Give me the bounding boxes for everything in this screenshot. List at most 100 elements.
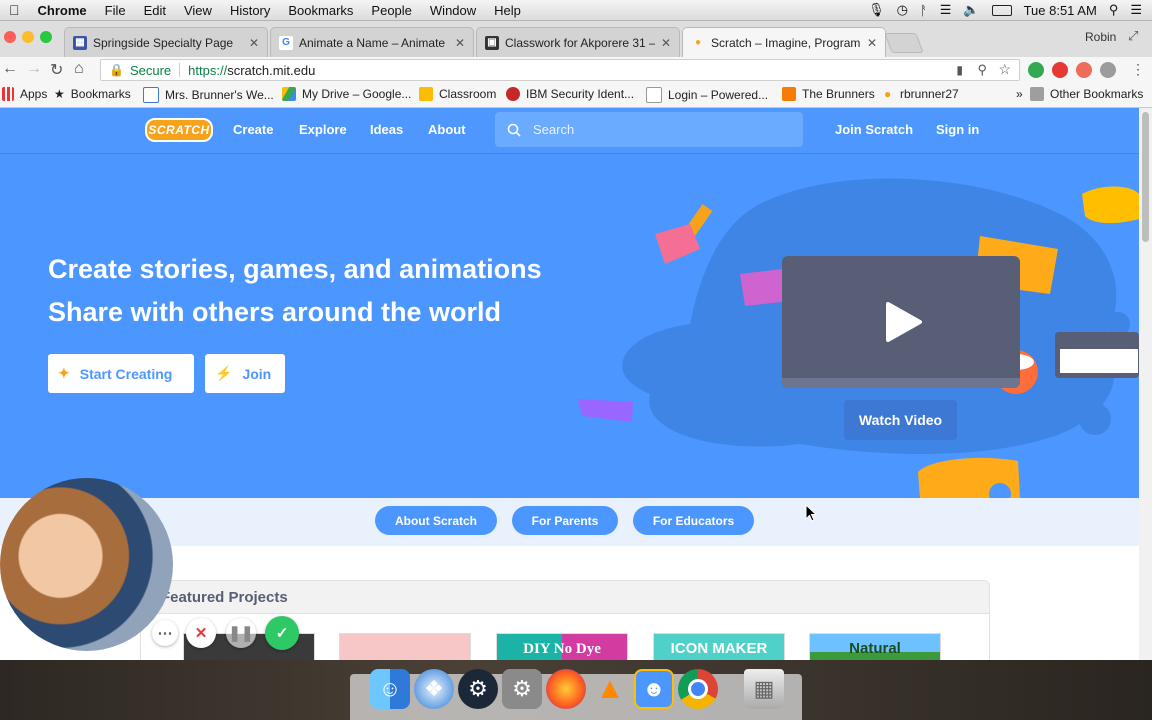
- key-icon[interactable]: ⚲: [977, 62, 987, 78]
- apple-icon[interactable]: : [0, 2, 29, 18]
- ibm-icon: [506, 87, 520, 101]
- finish-recording-icon[interactable]: ✓: [265, 616, 299, 650]
- nav-create[interactable]: Create: [233, 122, 273, 137]
- google-favicon-icon: G: [279, 35, 293, 50]
- time-machine-icon[interactable]: ◷: [897, 2, 908, 18]
- tab-scratch[interactable]: ● Scratch – Imagine, Program, S ✕: [682, 27, 886, 57]
- menu-edit[interactable]: Edit: [135, 3, 175, 18]
- nav-explore[interactable]: Explore: [299, 122, 347, 137]
- safari-icon[interactable]: ❖: [414, 669, 454, 709]
- finder-icon[interactable]: ☺: [370, 669, 410, 709]
- microphone-icon[interactable]: 🎙: [868, 2, 885, 18]
- tab-classwork[interactable]: ▣ Classwork for Akporere 31 – Z ✕: [476, 27, 680, 57]
- cancel-recording-icon[interactable]: ✕: [186, 618, 216, 648]
- address-bar[interactable]: 🔒 Secure https:// scratch.mit.edu ▮ ⚲ ☆: [100, 59, 1020, 81]
- menu-app-name[interactable]: Chrome: [29, 3, 96, 18]
- scratch-logo[interactable]: SCRATCH: [145, 118, 213, 142]
- more-options-icon[interactable]: ⋯: [152, 620, 178, 646]
- tab-animate-a-name[interactable]: G Animate a Name – Animate a ✕: [270, 27, 474, 57]
- menu-people[interactable]: People: [362, 3, 420, 18]
- wifi-icon[interactable]: ☰: [940, 2, 952, 18]
- window-zoom-button[interactable]: [40, 31, 52, 43]
- trash-icon[interactable]: ▦: [744, 669, 784, 709]
- start-creating-button[interactable]: ✦ Start Creating: [48, 354, 194, 393]
- bookmark-apps[interactable]: Apps: [2, 87, 47, 101]
- menu-clock[interactable]: Tue 8:51 AM: [1024, 3, 1097, 18]
- profile-name[interactable]: Robin: [1085, 30, 1116, 44]
- bookmarks-overflow[interactable]: »: [1016, 87, 1023, 101]
- search-input[interactable]: [531, 121, 785, 138]
- webcam-overlay: [0, 478, 173, 651]
- menu-window[interactable]: Window: [421, 3, 485, 18]
- window-minimize-button[interactable]: [22, 31, 34, 43]
- menu-bookmarks[interactable]: Bookmarks: [279, 3, 362, 18]
- firefox-icon[interactable]: [546, 669, 586, 709]
- home-icon[interactable]: ⌂: [74, 60, 84, 78]
- video-player[interactable]: [782, 256, 1020, 388]
- pause-recording-icon[interactable]: ❚❚: [226, 618, 256, 648]
- drive-icon: [282, 87, 296, 101]
- bookmarks-bar: Apps ★ Bookmarks Mrs. Brunner's We... My …: [0, 83, 1152, 108]
- for-educators-button[interactable]: For Educators: [633, 506, 754, 535]
- nav-about[interactable]: About: [428, 122, 466, 137]
- chrome-icon[interactable]: [678, 669, 718, 709]
- bluetooth-icon[interactable]: ᚨ: [920, 3, 928, 18]
- page-scrollbar[interactable]: [1139, 108, 1152, 660]
- drive-extension-icon[interactable]: [1028, 62, 1044, 78]
- tab-close-icon[interactable]: ✕: [661, 36, 671, 50]
- bookmark-bookmarks[interactable]: ★ Bookmarks: [54, 87, 131, 101]
- spotlight-search-icon[interactable]: ⚲: [1109, 2, 1119, 18]
- scratch-app-icon[interactable]: ☻: [634, 669, 674, 709]
- about-scratch-button[interactable]: About Scratch: [375, 506, 497, 535]
- scratch-favicon-icon: ●: [884, 87, 892, 101]
- fullscreen-icon[interactable]: ⤢: [1128, 28, 1138, 44]
- for-parents-button[interactable]: For Parents: [512, 506, 618, 535]
- bookmark-rbrunner27[interactable]: ● rbrunner27: [884, 87, 959, 101]
- watch-video-button[interactable]: Watch Video: [844, 400, 957, 440]
- extension-icon[interactable]: [1076, 62, 1092, 78]
- volume-icon[interactable]: 🔈: [963, 2, 979, 18]
- tab-close-icon[interactable]: ✕: [867, 36, 877, 50]
- menu-help[interactable]: Help: [485, 3, 530, 18]
- menu-view[interactable]: View: [175, 3, 221, 18]
- menu-file[interactable]: File: [96, 3, 135, 18]
- notification-center-icon[interactable]: ☰: [1130, 2, 1142, 18]
- project-thumbnail[interactable]: Natural: [809, 633, 941, 660]
- bookmark-ibm-security[interactable]: IBM Security Ident...: [506, 87, 634, 101]
- bookmark-classroom[interactable]: Classroom: [419, 87, 496, 101]
- chrome-menu-icon[interactable]: ⋮: [1131, 61, 1145, 78]
- bookmark-other[interactable]: Other Bookmarks: [1030, 87, 1143, 101]
- reload-icon[interactable]: ↻: [50, 60, 63, 80]
- sign-in-link[interactable]: Sign in: [936, 122, 979, 137]
- nav-ideas[interactable]: Ideas: [370, 122, 403, 137]
- system-preferences-icon[interactable]: ⚙: [502, 669, 542, 709]
- new-tab-button[interactable]: [884, 33, 924, 53]
- bookmark-mrs-brunner[interactable]: Mrs. Brunner's We...: [143, 87, 274, 103]
- site-favicon-icon: [143, 87, 159, 103]
- camera-icon[interactable]: ▮: [956, 63, 963, 77]
- tab-close-icon[interactable]: ✕: [455, 36, 465, 50]
- menu-history[interactable]: History: [221, 3, 279, 18]
- tab-springside[interactable]: ▦ Springside Specialty Page ✕: [64, 27, 268, 57]
- adblock-extension-icon[interactable]: [1052, 62, 1068, 78]
- project-thumbnail[interactable]: [339, 633, 471, 660]
- forward-arrow-icon[interactable]: →: [26, 60, 42, 78]
- back-arrow-icon[interactable]: ←: [2, 60, 18, 78]
- bookmark-star-icon[interactable]: ☆: [998, 61, 1011, 78]
- tab-close-icon[interactable]: ✕: [249, 36, 259, 50]
- featured-projects-panel: Featured Projects DIY No Dye ICON MAKER …: [140, 580, 990, 660]
- vlc-icon[interactable]: ▲: [590, 669, 630, 709]
- join-scratch-link[interactable]: Join Scratch: [835, 122, 913, 137]
- bookmark-login[interactable]: Login – Powered...: [646, 87, 768, 103]
- project-thumbnail[interactable]: DIY No Dye: [496, 633, 628, 660]
- search-box[interactable]: [495, 112, 803, 147]
- bookmark-the-brunners[interactable]: The Brunners: [782, 87, 875, 101]
- scrollbar-thumb[interactable]: [1142, 112, 1149, 242]
- project-thumbnail[interactable]: ICON MAKER: [653, 633, 785, 660]
- extension-icon[interactable]: [1100, 62, 1116, 78]
- battery-icon[interactable]: [991, 4, 1012, 16]
- bookmark-my-drive[interactable]: My Drive – Google...: [282, 87, 411, 101]
- join-button[interactable]: ⚡ Join: [205, 354, 285, 393]
- steam-icon[interactable]: ⚙: [458, 669, 498, 709]
- window-close-button[interactable]: [4, 31, 16, 43]
